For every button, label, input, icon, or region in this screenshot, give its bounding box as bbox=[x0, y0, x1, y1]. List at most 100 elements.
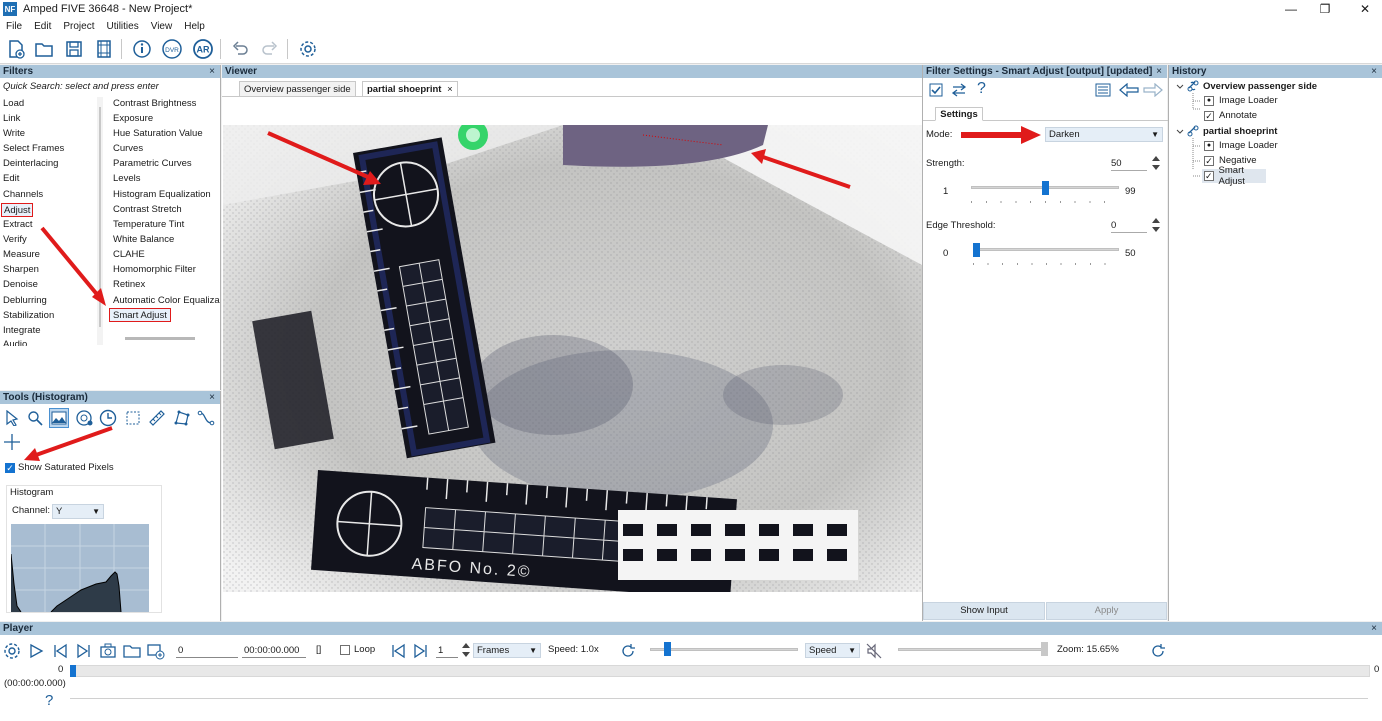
prev-frame-icon[interactable] bbox=[388, 641, 408, 661]
step-enabled-checkbox[interactable]: ✓ bbox=[1204, 171, 1214, 181]
history-project-label: partial shoeprint bbox=[1203, 125, 1278, 137]
strength-slider-thumb[interactable] bbox=[1042, 181, 1049, 195]
player-panel-header: Player × bbox=[0, 622, 1382, 635]
last-frame-icon[interactable] bbox=[74, 641, 94, 661]
player-close-button[interactable]: × bbox=[1371, 622, 1377, 635]
strength-input[interactable]: 50 bbox=[1111, 156, 1147, 171]
next-filter-icon[interactable] bbox=[1143, 82, 1163, 100]
close-window-button[interactable]: ✕ bbox=[1350, 1, 1380, 17]
chevron-down-icon: ▼ bbox=[848, 646, 856, 655]
mute-icon[interactable] bbox=[864, 641, 884, 661]
dvr-icon[interactable]: DVR bbox=[161, 38, 183, 60]
edge-slider-track[interactable] bbox=[973, 248, 1119, 251]
open-folder-icon[interactable] bbox=[122, 641, 142, 661]
first-frame-icon[interactable] bbox=[50, 641, 70, 661]
enable-filter-checkbox[interactable] bbox=[929, 83, 943, 100]
show-input-button[interactable]: Show Input bbox=[923, 602, 1045, 620]
time-input[interactable]: 00:00:00.000 bbox=[242, 643, 306, 658]
history-step[interactable]: ● Image Loader bbox=[1204, 140, 1278, 151]
chevron-down-icon: ▼ bbox=[1151, 130, 1159, 139]
add-frame-icon[interactable] bbox=[146, 641, 166, 661]
timeline-end-label: 0 bbox=[1374, 664, 1380, 675]
edge-max-label: 50 bbox=[1125, 248, 1136, 259]
step-spinner-icon[interactable] bbox=[461, 641, 471, 659]
frame-number-input[interactable]: 0 bbox=[176, 643, 238, 658]
settings-icon[interactable] bbox=[297, 38, 319, 60]
tab-settings[interactable]: Settings bbox=[935, 107, 983, 121]
viewer-image[interactable]: ABFO No. 2© bbox=[223, 125, 922, 592]
new-project-icon[interactable] bbox=[5, 38, 27, 60]
menu-view[interactable]: View bbox=[145, 21, 179, 32]
channel-label: Channel: bbox=[12, 505, 51, 516]
history-close-button[interactable]: × bbox=[1371, 65, 1377, 78]
tab-partial-shoeprint[interactable]: partial shoeprint × bbox=[362, 81, 458, 96]
step-enabled-checkbox[interactable]: ✓ bbox=[1204, 110, 1214, 121]
channel-select[interactable]: Y ▼ bbox=[52, 504, 104, 519]
swap-icon[interactable] bbox=[951, 83, 967, 100]
player-panel-title: Player bbox=[3, 623, 34, 634]
ar-icon[interactable]: AR bbox=[192, 38, 214, 60]
image-loader-icon: ● bbox=[1204, 140, 1214, 151]
history-step[interactable]: ● Image Loader bbox=[1204, 95, 1278, 106]
previous-filter-icon[interactable] bbox=[1119, 82, 1139, 100]
mode-label: Mode: bbox=[926, 129, 953, 140]
player-help-icon[interactable]: ? bbox=[45, 692, 53, 709]
step-enabled-checkbox[interactable]: ✓ bbox=[1204, 155, 1214, 166]
history-project-overview[interactable]: Overview passenger side bbox=[1187, 80, 1317, 92]
open-icon[interactable] bbox=[33, 38, 55, 60]
redo-icon[interactable] bbox=[259, 38, 281, 60]
step-input[interactable]: 1 bbox=[436, 643, 458, 658]
speed-slider-thumb[interactable] bbox=[664, 642, 671, 656]
info-icon[interactable] bbox=[131, 38, 153, 60]
filter-list-icon[interactable] bbox=[1095, 83, 1113, 100]
history-project-shoeprint[interactable]: partial shoeprint bbox=[1187, 125, 1277, 137]
next-frame-icon[interactable] bbox=[411, 641, 431, 661]
chevron-down-icon: ▼ bbox=[92, 507, 100, 516]
annotation-arrow-adjust bbox=[40, 226, 106, 306]
video-icon[interactable] bbox=[93, 38, 115, 60]
tab-overview-passenger-side[interactable]: Overview passenger side bbox=[239, 81, 356, 96]
edge-min-label: 0 bbox=[943, 248, 949, 259]
apply-button[interactable]: Apply bbox=[1046, 602, 1167, 620]
timeline-start-label: 0 bbox=[58, 664, 64, 675]
player-settings-icon[interactable] bbox=[2, 641, 22, 661]
ar-icon-label: AR bbox=[197, 45, 210, 55]
undo-icon[interactable] bbox=[229, 38, 251, 60]
menu-utilities[interactable]: Utilities bbox=[100, 21, 144, 32]
edge-slider-thumb[interactable] bbox=[973, 243, 980, 257]
speed-select[interactable]: Speed ▼ bbox=[805, 643, 860, 658]
play-icon[interactable] bbox=[26, 641, 46, 661]
menu-project[interactable]: Project bbox=[57, 21, 100, 32]
save-icon[interactable] bbox=[63, 38, 85, 60]
chevron-down-icon: ▼ bbox=[529, 646, 537, 655]
volume-slider-track[interactable] bbox=[898, 648, 1046, 651]
edge-ticks bbox=[973, 263, 1119, 265]
loop-checkbox[interactable] bbox=[340, 644, 350, 655]
menu-help[interactable]: Help bbox=[178, 21, 211, 32]
speed-slider-track[interactable] bbox=[650, 648, 798, 651]
histogram-chart bbox=[11, 524, 149, 612]
reset-speed-icon[interactable] bbox=[618, 641, 638, 661]
edge-threshold-input[interactable]: 0 bbox=[1111, 218, 1147, 233]
range-brackets[interactable]: [] bbox=[316, 644, 321, 655]
mode-select[interactable]: Darken ▼ bbox=[1045, 127, 1163, 142]
reset-zoom-icon[interactable] bbox=[1148, 641, 1168, 661]
loop-option[interactable]: Loop bbox=[340, 644, 375, 655]
edge-spinner-icon[interactable] bbox=[1151, 216, 1161, 234]
settings-help-icon[interactable]: ? bbox=[977, 80, 986, 98]
maximize-button[interactable]: ❐ bbox=[1310, 1, 1340, 17]
tab-close-icon[interactable]: × bbox=[447, 84, 453, 95]
settings-close-button[interactable]: × bbox=[1156, 65, 1162, 78]
timeline-playhead[interactable] bbox=[70, 665, 76, 677]
history-step[interactable]: ✓ Annotate bbox=[1204, 110, 1257, 121]
history-step-selected[interactable]: ✓ Smart Adjust bbox=[1202, 165, 1266, 187]
volume-slider-thumb[interactable] bbox=[1041, 642, 1048, 656]
snapshot-icon[interactable] bbox=[98, 641, 118, 661]
minimize-button[interactable]: — bbox=[1276, 1, 1306, 17]
strength-spinner-icon[interactable] bbox=[1151, 154, 1161, 172]
menu-file[interactable]: File bbox=[0, 21, 28, 32]
timeline-track[interactable] bbox=[70, 665, 1370, 677]
menu-edit[interactable]: Edit bbox=[28, 21, 57, 32]
unit-select[interactable]: Frames ▼ bbox=[473, 643, 541, 658]
zoom-readout: Zoom: 15.65% bbox=[1057, 644, 1119, 655]
